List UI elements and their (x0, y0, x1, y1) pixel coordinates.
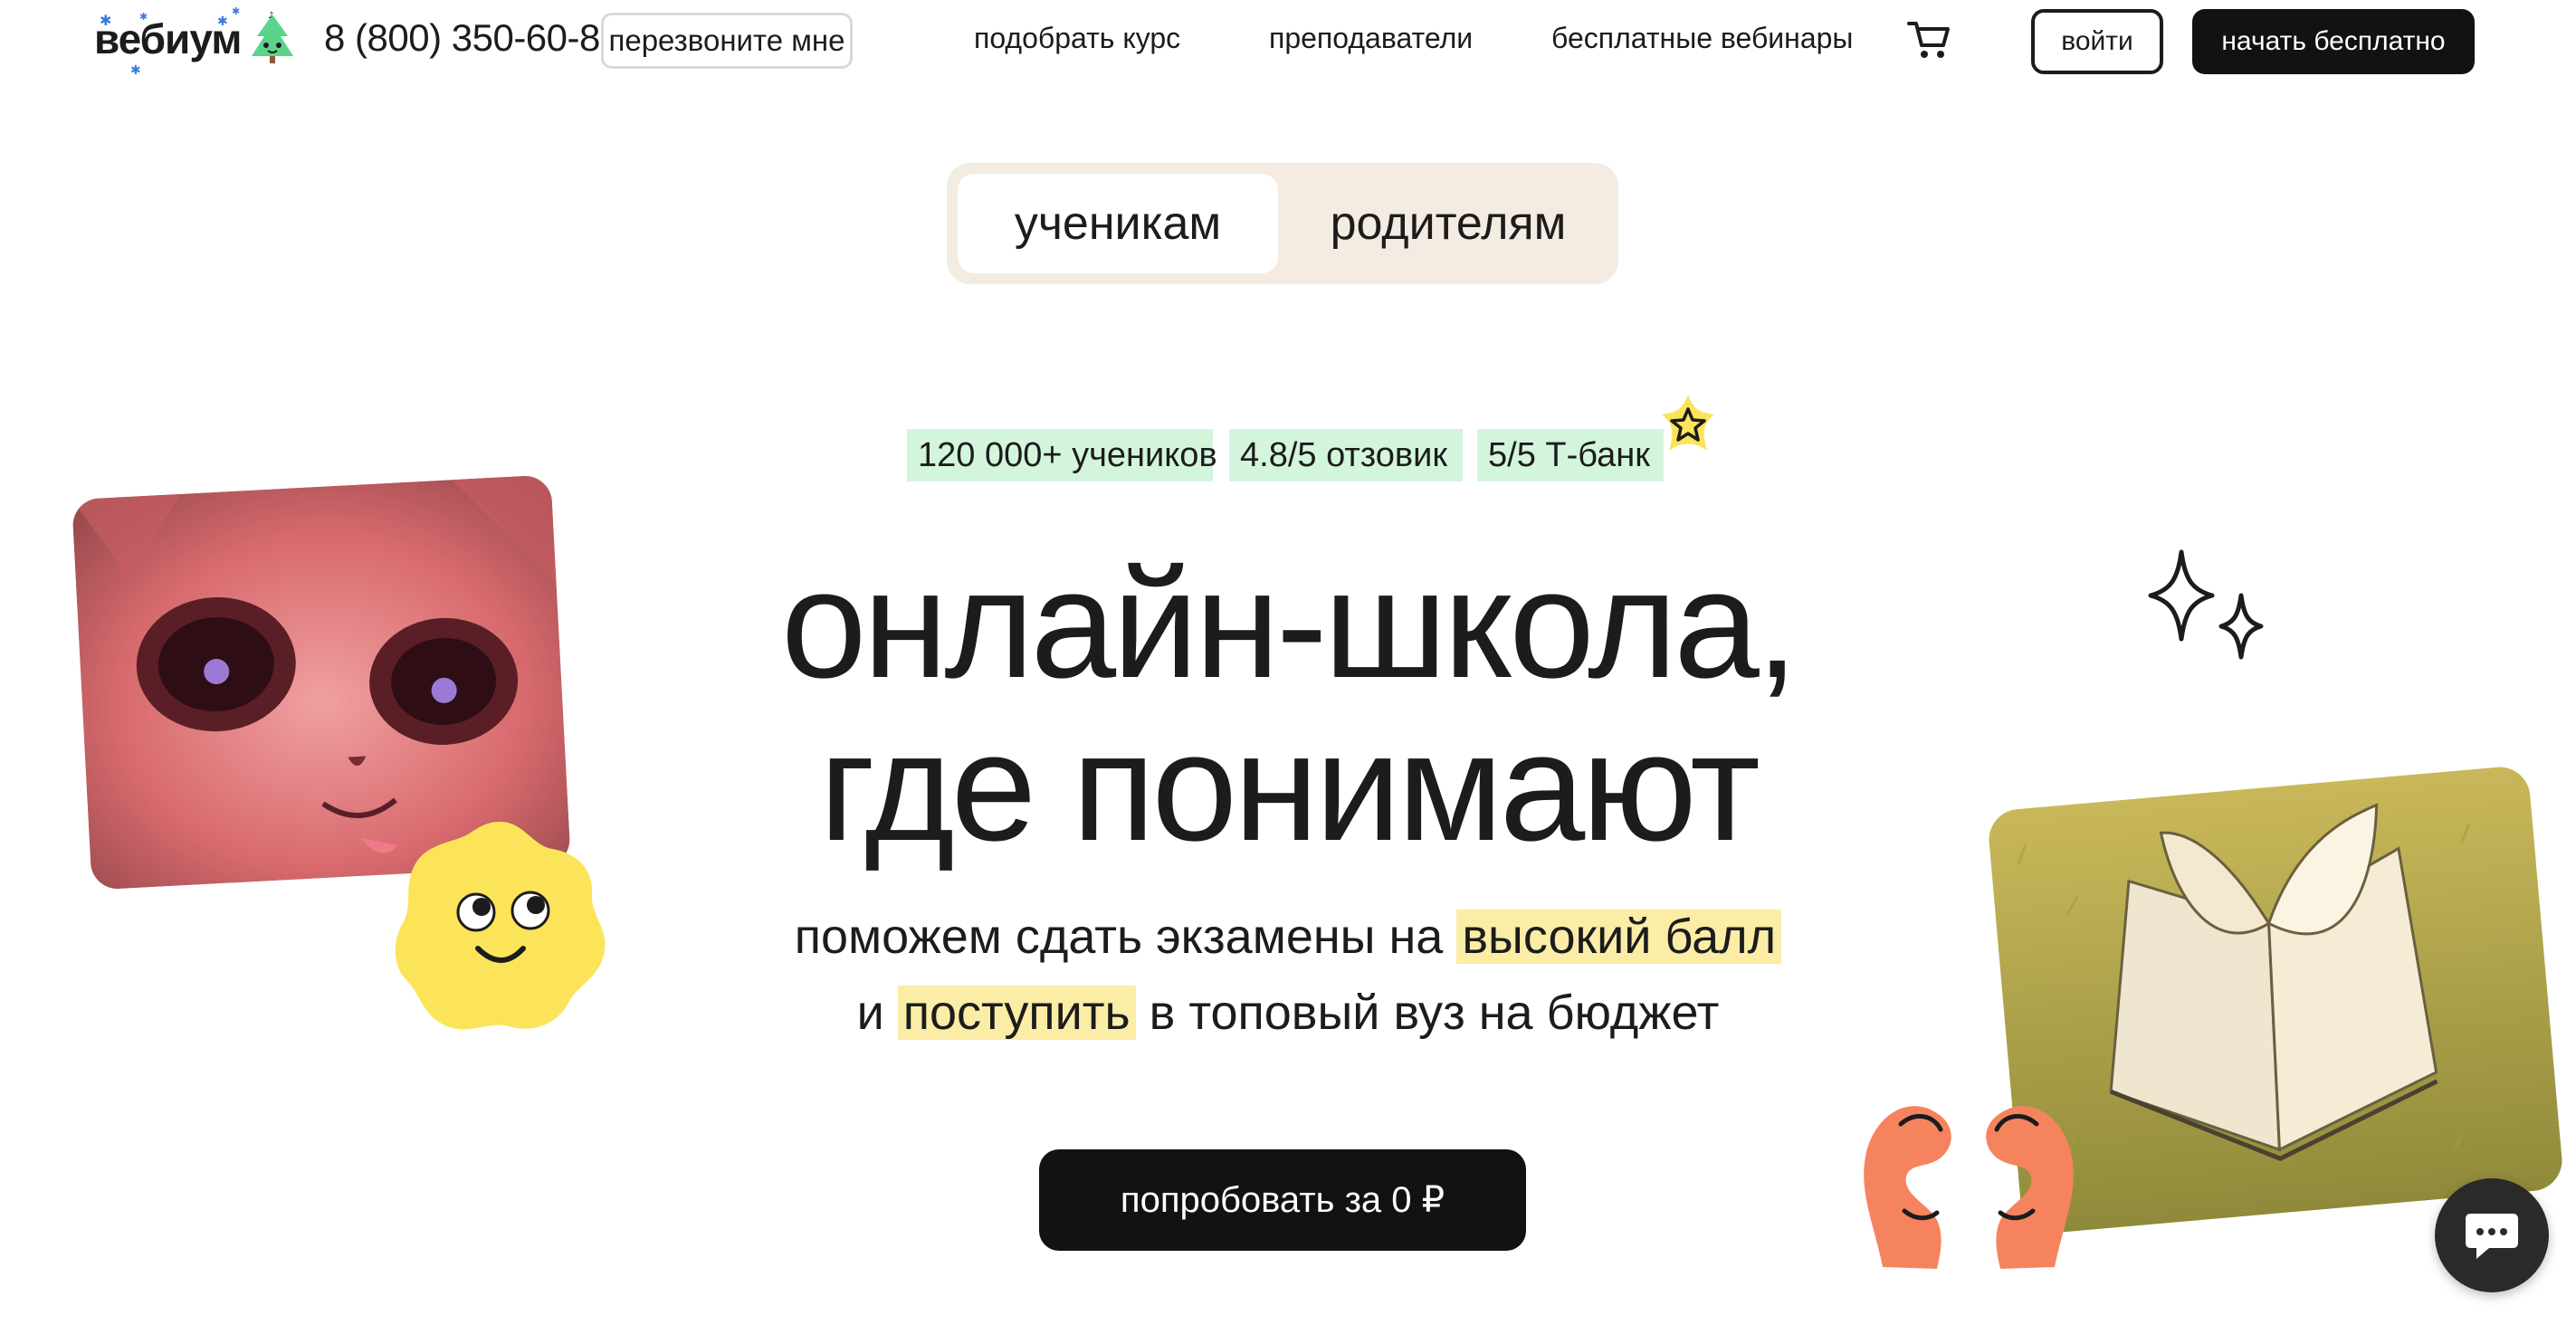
chat-button[interactable] (2435, 1178, 2549, 1292)
callback-button[interactable]: перезвоните мне (601, 13, 853, 69)
tree-icon: ♪ (252, 11, 293, 63)
hero-title-line2: где понимают (819, 701, 1760, 873)
stat-badge-tbank: 5/5 Т-банк (1477, 429, 1664, 481)
hero-title-line1: онлайн-школа, (780, 538, 1798, 710)
sparkles-icon (2148, 549, 2264, 660)
cart-icon[interactable] (1906, 18, 1951, 62)
hero-subtitle-line2: и поступить в топовый вуз на бюджет (634, 985, 1942, 1041)
subtitle-highlight-enroll: поступить (897, 986, 1136, 1040)
start-free-button[interactable]: начать бесплатно (2192, 9, 2475, 74)
star-icon (1662, 395, 1714, 451)
chat-icon (2466, 1214, 2518, 1259)
smiley-flower-icon (395, 822, 606, 1030)
hero-title: онлайн-школа, где понимают (634, 543, 1942, 869)
nav-courses-link[interactable]: подобрать курс (974, 22, 1180, 55)
tab-students[interactable]: ученикам (958, 174, 1278, 273)
hero-subtitle-line1: поможем сдать экзамены на высокий балл (634, 909, 1942, 965)
logo-text: вебиум (94, 15, 242, 62)
subtitle-text: и (856, 986, 884, 1040)
subtitle-text: поможем сдать экзамены на (794, 910, 1444, 964)
nav-teachers-link[interactable]: преподаватели (1269, 22, 1473, 55)
svg-text:♪: ♪ (268, 11, 273, 21)
subtitle-highlight-score: высокий балл (1456, 910, 1782, 964)
heart-hands-icon (1864, 1106, 2074, 1269)
svg-text:✱: ✱ (130, 63, 141, 78)
logo[interactable]: ✱ ✱ ✱ ✱ ✱ вебиум ♪ (92, 5, 301, 78)
site-header: ✱ ✱ ✱ ✱ ✱ вебиум ♪ 8 (800) 350-60-87 пер… (0, 0, 2576, 91)
subtitle-text: в топовый вуз на бюджет (1149, 986, 1720, 1040)
login-button[interactable]: войти (2031, 9, 2163, 74)
phone-number[interactable]: 8 (800) 350-60-87 (324, 16, 621, 60)
try-free-button[interactable]: попробовать за 0 ₽ (1039, 1149, 1526, 1251)
stat-badge-otzovik: 4.8/5 отзовик (1229, 429, 1463, 481)
nav-webinars-link[interactable]: бесплатные вебинары (1551, 22, 1853, 55)
stat-badge-students: 120 000+ учеников (907, 429, 1217, 481)
tab-parents[interactable]: родителям (1289, 174, 1608, 273)
audience-toggle: ученикам родителям (947, 163, 1618, 284)
